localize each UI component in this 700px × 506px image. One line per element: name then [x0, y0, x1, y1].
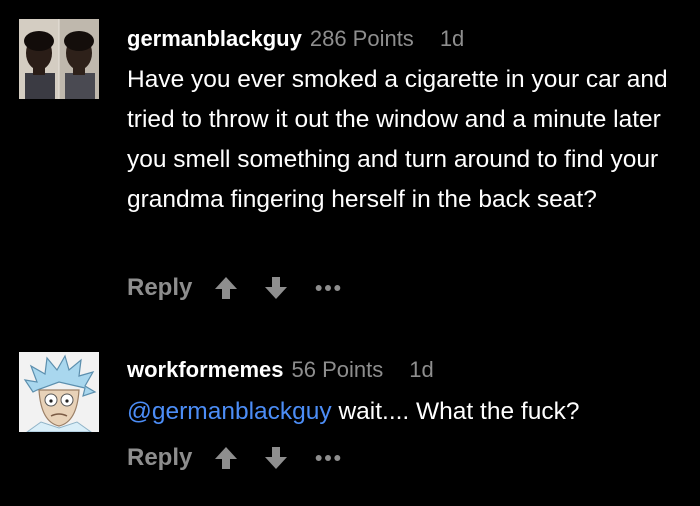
comment-body: @germanblackguy wait.... What the fuck? — [127, 392, 687, 432]
arrow-up-icon[interactable] — [212, 273, 240, 303]
comment-meta: germanblackguy 286 Points 1d — [127, 26, 464, 52]
comment-item: germanblackguy 286 Points 1d Have you ever… — [0, 0, 700, 320]
comment-age: 1d — [439, 26, 465, 51]
points-count: 56 Points — [291, 357, 384, 382]
cartoon-scientist-avatar-icon — [19, 352, 99, 432]
user-avatar[interactable] — [19, 352, 99, 432]
comment-age: 1d — [409, 357, 434, 382]
arrow-up-icon[interactable] — [212, 443, 240, 473]
mention-link[interactable]: @germanblackguy — [127, 398, 332, 425]
arrow-down-icon[interactable] — [262, 273, 290, 303]
reply-button[interactable]: Reply — [127, 274, 192, 302]
comment-body: Have you ever smoked a cigarette in your… — [127, 66, 668, 213]
username-link[interactable]: workformemes — [127, 357, 284, 382]
more-dots-icon[interactable] — [314, 443, 342, 473]
username-link[interactable]: germanblackguy — [127, 26, 302, 51]
reply-button[interactable]: Reply — [127, 444, 192, 472]
comment-text: wait.... What the fuck? — [331, 398, 580, 425]
two-portraits-avatar-icon — [19, 19, 99, 99]
comment-meta: workformemes 56 Points 1d — [127, 357, 434, 383]
more-dots-icon[interactable] — [314, 273, 342, 303]
arrow-down-icon[interactable] — [262, 443, 290, 473]
comment-actions: Reply — [127, 270, 342, 306]
comment-item: workformemes 56 Points 1d @germanblackguy … — [0, 320, 700, 506]
comment-actions: Reply — [127, 440, 342, 476]
user-avatar[interactable] — [19, 19, 99, 99]
points-count: 286 Points — [309, 26, 414, 51]
